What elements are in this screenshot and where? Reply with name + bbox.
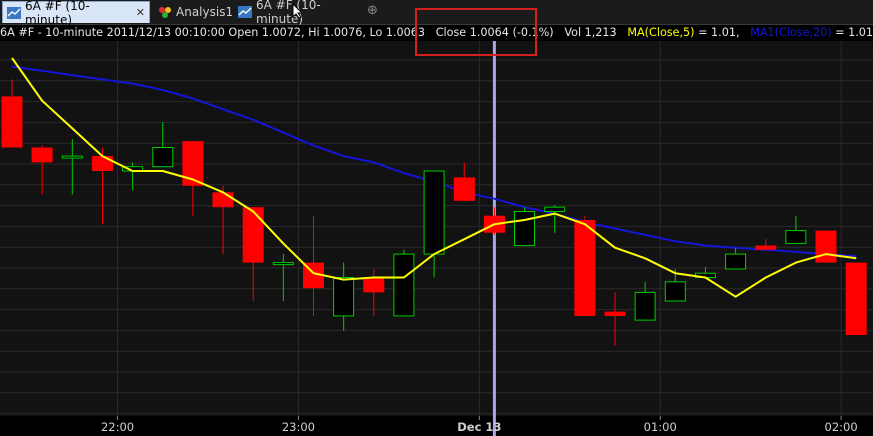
candle-body <box>152 147 174 168</box>
candle-body <box>1 96 23 148</box>
ma5-label: MA(Close,5) <box>627 26 695 39</box>
candle <box>815 230 837 263</box>
candle-body <box>242 207 264 263</box>
close-highlight-box <box>415 8 537 56</box>
candle-body <box>815 230 837 263</box>
candle-body <box>604 311 626 316</box>
candle-body <box>272 262 294 266</box>
candlestick-chart[interactable]: 22:00 23:00 Dec 13 01:00 02:00 <box>0 0 873 436</box>
candle-body <box>725 253 747 270</box>
candle-body <box>212 192 234 208</box>
candle-body <box>755 245 777 250</box>
candle-body <box>544 206 566 212</box>
candle-body <box>845 262 867 335</box>
candle-body <box>574 220 596 316</box>
candle-body <box>514 211 535 247</box>
candle <box>393 249 415 317</box>
candle-body <box>31 147 53 163</box>
ma20-label: MA1(Close,20) <box>750 26 832 39</box>
candle-body <box>61 155 83 159</box>
x-tick-label: 22:00 <box>101 420 134 434</box>
candle <box>845 262 867 336</box>
x-tick-label: 01:00 <box>644 420 677 434</box>
candle-body <box>91 156 113 171</box>
bar-ohlc-text: 6A #F - 10-minute 2011/12/13 00:10:00 Op… <box>0 26 426 39</box>
candle-body <box>363 277 385 293</box>
x-tick-label: 23:00 <box>282 420 315 434</box>
candle-body <box>333 277 355 317</box>
candle-body <box>634 291 656 321</box>
x-tick-label: 02:00 <box>825 420 858 434</box>
candle-body <box>423 170 445 255</box>
candle <box>514 207 535 247</box>
candle-body <box>393 253 415 317</box>
ma5-value: = 1.01, <box>698 26 740 39</box>
candle-body <box>785 230 807 244</box>
candle-body <box>664 281 686 302</box>
candle-body <box>453 177 475 201</box>
x-tick-label: Dec 13 <box>457 420 501 434</box>
ma20-value: = 1.01 <box>835 26 873 39</box>
x-axis: 22:00 23:00 Dec 13 01:00 02:00 <box>101 416 858 434</box>
volume-value: Vol 1,213 <box>564 26 617 39</box>
